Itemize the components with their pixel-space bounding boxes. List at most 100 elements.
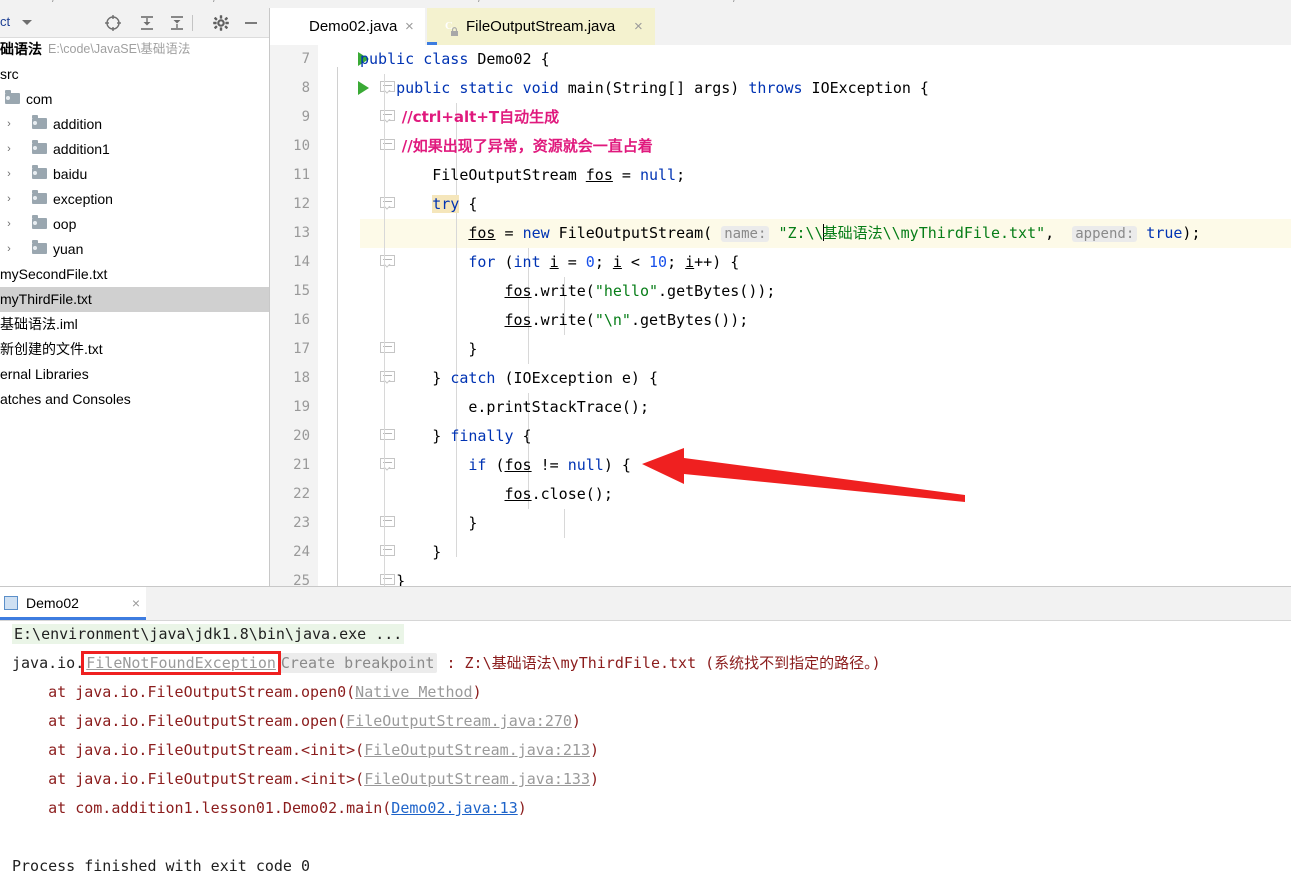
tree-item-label: com xyxy=(26,91,53,107)
line-number: 21 xyxy=(293,457,310,473)
line-number: 23 xyxy=(293,515,310,531)
line-number: 22 xyxy=(293,486,310,502)
tree-item-label: oop xyxy=(53,216,77,232)
sidebar-item-mysecondfile[interactable]: mySecondFile.txt xyxy=(0,262,269,287)
fold-region-line xyxy=(337,67,338,586)
hide-panel-icon[interactable] xyxy=(242,14,260,32)
stack-frame-link[interactable]: FileOutputStream.java:133 xyxy=(364,770,590,788)
code-line-16: fos.write("\n".getBytes()); xyxy=(504,311,749,329)
java-class-locked-icon: C xyxy=(441,18,458,36)
sidebar-item-scratches-consoles[interactable]: atches and Consoles xyxy=(0,387,269,412)
line-number: 16 xyxy=(293,312,310,328)
create-breakpoint-label[interactable]: Create breakpoint xyxy=(277,653,438,673)
sidebar-item-mythirdfile[interactable]: myThirdFile.txt xyxy=(0,287,269,312)
collapse-all-icon[interactable] xyxy=(168,14,186,32)
folder-icon xyxy=(32,165,47,179)
stack-frame-text: at java.io.FileOutputStream.<init>( xyxy=(12,770,365,788)
line-number: 19 xyxy=(293,399,310,415)
stack-frame-1: at java.io.FileOutputStream.open(FileOut… xyxy=(12,707,581,736)
line-number: 9 xyxy=(301,109,310,125)
code-line-12: try { xyxy=(432,195,478,213)
code-line-21: if (fos != null) { xyxy=(468,456,631,474)
tree-item-label: exception xyxy=(53,191,113,207)
code-editor[interactable]: 7 8 9 10 11 12 13 14 15 16 17 18 19 20 2… xyxy=(270,45,1291,586)
exception-class-link[interactable]: FileNotFoundException xyxy=(81,651,281,675)
project-tool-window: ct 础语法 E:\code\JavaSE\基础语法 src com › add… xyxy=(0,8,270,586)
line-number: 13 xyxy=(293,225,310,241)
tree-item-module[interactable]: 础语法 E:\code\JavaSE\基础语法 xyxy=(0,37,269,62)
tree-item-com[interactable]: com xyxy=(0,87,269,112)
chevron-right-icon[interactable]: › xyxy=(4,237,14,262)
project-title-label[interactable]: ct xyxy=(0,14,10,29)
chevron-right-icon[interactable]: › xyxy=(4,112,14,137)
sidebar-item-yuan[interactable]: › yuan xyxy=(0,237,269,262)
tree-item-label: src xyxy=(0,66,19,82)
line-number: 20 xyxy=(293,428,310,444)
sidebar-item-iml[interactable]: 基础语法.iml xyxy=(0,312,269,337)
tab-close-icon[interactable]: × xyxy=(634,8,643,45)
tab-fileoutputstream-java[interactable]: C FileOutputStream.java × xyxy=(427,8,655,45)
editor-fold-column[interactable] xyxy=(318,45,395,586)
sidebar-item-addition[interactable]: › addition xyxy=(0,112,269,137)
tab-close-icon[interactable]: × xyxy=(405,8,414,45)
code-text-area[interactable]: public class Demo02 { public static void… xyxy=(360,45,1291,586)
run-tab-label: Demo02 xyxy=(26,595,79,611)
sidebar-item-oop[interactable]: › oop xyxy=(0,212,269,237)
settings-gear-icon[interactable] xyxy=(212,14,230,32)
stack-frame-text: at java.io.FileOutputStream.<init>( xyxy=(12,741,365,759)
console-icon xyxy=(4,596,18,610)
code-line-11: FileOutputStream fos = null; xyxy=(360,166,686,184)
tab-demo02-java[interactable]: C Demo02.java × xyxy=(270,8,425,45)
line-number: 11 xyxy=(293,167,310,183)
stack-frame-4: at com.addition1.lesson01.Demo02.main(De… xyxy=(12,794,527,823)
toolbar-separator xyxy=(192,15,193,31)
code-line-18: } catch (IOException e) { xyxy=(360,369,659,387)
line-number: 10 xyxy=(293,138,310,154)
line-number: 15 xyxy=(293,283,310,299)
expand-all-icon[interactable] xyxy=(138,14,156,32)
sidebar-item-newfile[interactable]: 新创建的文件.txt xyxy=(0,337,269,362)
tree-item-label: mySecondFile.txt xyxy=(0,266,108,282)
stack-frame-0: at java.io.FileOutputStream.open0(Native… xyxy=(12,678,482,707)
code-line-17: } xyxy=(360,340,478,358)
locate-target-icon[interactable] xyxy=(104,14,122,32)
stack-frame-text: at java.io.FileOutputStream.open( xyxy=(12,712,347,730)
console-output[interactable]: E:\environment\java\jdk1.8\bin\java.exe … xyxy=(0,620,1291,877)
editor-gutter[interactable]: 7 8 9 10 11 12 13 14 15 16 17 18 19 20 2… xyxy=(270,45,318,586)
java-class-icon: C xyxy=(288,20,296,32)
line-number: 8 xyxy=(301,80,310,96)
editor-tab-strip: C Demo02.java × C FileOutputStream.java … xyxy=(270,8,1291,46)
run-tab-demo02[interactable]: Demo02 × xyxy=(0,587,146,620)
sidebar-item-baidu[interactable]: › baidu xyxy=(0,162,269,187)
code-line-15: fos.write("hello".getBytes()); xyxy=(504,282,776,300)
menu-item-sliver-2: / xyxy=(213,0,216,5)
tree-item-label: addition1 xyxy=(53,141,110,157)
stack-frame-link[interactable]: FileOutputStream.java:270 xyxy=(346,712,572,730)
stack-frame-link[interactable]: Demo02.java:13 xyxy=(391,799,517,817)
sidebar-item-external-libraries[interactable]: ernal Libraries xyxy=(0,362,269,387)
run-tab-close-icon[interactable]: × xyxy=(132,587,140,620)
stack-frame-text: at com.addition1.lesson01.Demo02.main( xyxy=(12,799,392,817)
sidebar-item-exception[interactable]: › exception xyxy=(0,187,269,212)
stack-frame-link[interactable]: FileOutputStream.java:213 xyxy=(364,741,590,759)
tree-item-label: yuan xyxy=(53,241,84,257)
chevron-right-icon[interactable]: › xyxy=(4,162,14,187)
tree-item-src[interactable]: src xyxy=(0,62,269,87)
chevron-right-icon[interactable]: › xyxy=(4,137,14,162)
console-command-line: E:\environment\java\jdk1.8\bin\java.exe … xyxy=(12,620,405,649)
folder-icon xyxy=(32,240,47,254)
stack-frame-link[interactable]: Native Method xyxy=(355,683,472,701)
chevron-down-icon[interactable] xyxy=(22,20,32,25)
project-toolbar: ct xyxy=(0,8,269,38)
console-exit-line: Process finished with exit code 0 xyxy=(12,857,311,875)
stack-frame-text: at java.io.FileOutputStream.open0( xyxy=(12,683,356,701)
folder-icon xyxy=(32,115,47,129)
chevron-right-icon[interactable]: › xyxy=(4,187,14,212)
sidebar-item-addition1[interactable]: › addition1 xyxy=(0,137,269,162)
tree-item-label: atches and Consoles xyxy=(0,391,131,407)
menu-item-sliver-1: / xyxy=(52,0,55,5)
folder-icon xyxy=(32,190,47,204)
project-tree[interactable]: 础语法 E:\code\JavaSE\基础语法 src com › additi… xyxy=(0,37,269,586)
stack-frame-2: at java.io.FileOutputStream.<init>(FileO… xyxy=(12,736,599,765)
chevron-right-icon[interactable]: › xyxy=(4,212,14,237)
